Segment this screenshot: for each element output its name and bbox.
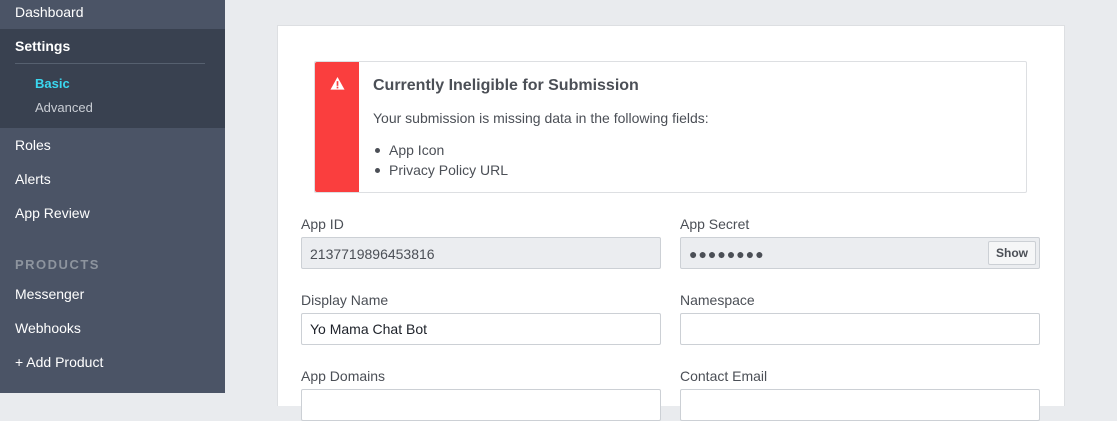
app-secret-value: ●●●●●●●● xyxy=(689,246,765,262)
sidebar-item-app-review[interactable]: App Review xyxy=(15,205,90,221)
display-name-label: Display Name xyxy=(301,292,389,308)
app-id-label: App ID xyxy=(301,216,344,232)
sidebar: Dashboard Settings Basic Advanced Roles … xyxy=(0,0,225,393)
sidebar-subitem-advanced[interactable]: Advanced xyxy=(35,100,93,115)
contact-email-label: Contact Email xyxy=(680,368,768,384)
sidebar-item-settings[interactable]: Settings xyxy=(15,38,70,54)
sidebar-item-webhooks[interactable]: Webhooks xyxy=(15,320,81,336)
settings-group: Settings Basic Advanced xyxy=(0,29,225,128)
warning-icon xyxy=(330,76,345,90)
ineligible-alert: Currently Ineligible for Submission Your… xyxy=(314,61,1027,193)
sidebar-item-roles[interactable]: Roles xyxy=(15,137,51,153)
divider xyxy=(15,63,205,64)
sidebar-item-alerts[interactable]: Alerts xyxy=(15,171,51,187)
contact-email-input[interactable] xyxy=(680,389,1040,421)
products-header: PRODUCTS xyxy=(15,257,100,272)
app-domains-input[interactable] xyxy=(301,389,661,421)
app-domains-label: App Domains xyxy=(301,368,386,384)
namespace-input[interactable] xyxy=(680,313,1040,345)
sidebar-subitem-basic[interactable]: Basic xyxy=(35,76,70,91)
alert-message: Your submission is missing data in the f… xyxy=(373,110,709,126)
sidebar-item-dashboard[interactable]: Dashboard xyxy=(15,4,84,20)
list-item: Privacy Policy URL xyxy=(373,160,508,180)
sidebar-item-messenger[interactable]: Messenger xyxy=(15,286,84,302)
app-id-value: 2137719896453816 xyxy=(310,246,435,262)
settings-card: Currently Ineligible for Submission Your… xyxy=(277,25,1065,421)
display-name-input[interactable] xyxy=(301,313,661,345)
app-id-field[interactable]: 2137719896453816 xyxy=(301,237,661,269)
show-secret-button[interactable]: Show xyxy=(988,241,1036,265)
namespace-label: Namespace xyxy=(680,292,755,308)
list-item: App Icon xyxy=(373,140,508,160)
app-secret-label: App Secret xyxy=(680,216,750,232)
app-secret-field[interactable]: ●●●●●●●● Show xyxy=(680,237,1040,269)
missing-fields-list: App Icon Privacy Policy URL xyxy=(373,140,508,180)
alert-accent-bar xyxy=(315,62,359,192)
add-product-link[interactable]: + Add Product xyxy=(15,354,103,370)
alert-title: Currently Ineligible for Submission xyxy=(373,77,639,94)
